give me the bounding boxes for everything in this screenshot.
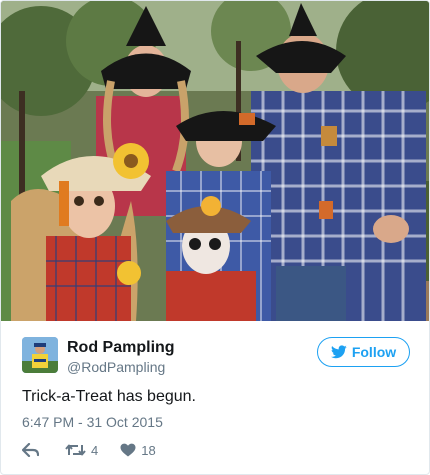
user-handle[interactable]: @RodPampling [67, 359, 165, 375]
twitter-bird-icon [330, 345, 347, 359]
reply-button[interactable] [22, 443, 39, 457]
avatar-image [22, 337, 58, 373]
avatar[interactable] [22, 337, 58, 373]
tweet-photo[interactable] [1, 1, 429, 321]
retweet-count: 4 [91, 442, 99, 458]
follow-button[interactable]: Follow [317, 337, 410, 367]
follow-button-label: Follow [351, 344, 397, 360]
reply-icon [22, 443, 39, 457]
like-button[interactable]: 18 [120, 442, 156, 458]
user-display-name[interactable]: Rod Pampling [67, 339, 175, 357]
family-scarecrow-costume-image [1, 1, 429, 321]
heart-icon [120, 443, 136, 457]
tweet-actions: 4 18 [22, 441, 156, 459]
tweet-card: Rod Pampling @RodPampling Follow Trick-a… [0, 0, 430, 475]
retweet-button[interactable]: 4 [65, 443, 98, 458]
like-count: 18 [141, 442, 156, 458]
tweet-text: Trick-a-Treat has begun. [22, 388, 196, 405]
retweet-icon [65, 444, 86, 456]
tweet-timestamp[interactable]: 6:47 PM - 31 Oct 2015 [22, 414, 163, 430]
